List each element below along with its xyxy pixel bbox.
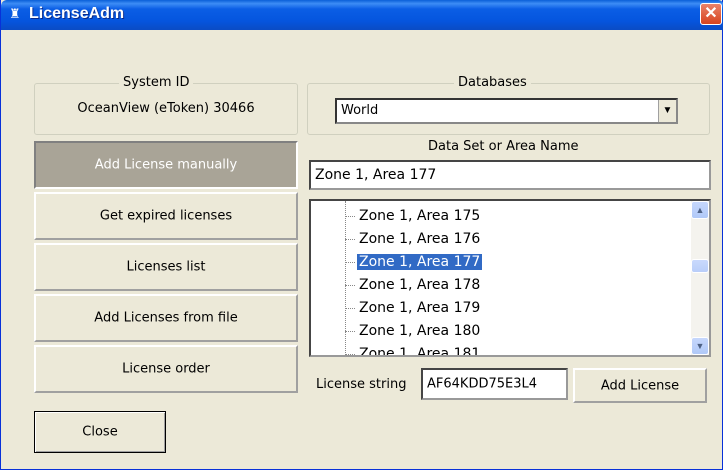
system-id-legend: System ID bbox=[119, 75, 194, 90]
area-tree[interactable]: Zone 1, Area 175 Zone 1, Area 176 Zone 1… bbox=[309, 199, 711, 357]
tree-item[interactable]: Zone 1, Area 175 bbox=[345, 205, 482, 227]
databases-select[interactable]: World ▼ bbox=[335, 98, 678, 124]
tree-item-label: Zone 1, Area 175 bbox=[359, 208, 481, 224]
dataset-input-value: Zone 1, Area 177 bbox=[315, 167, 437, 183]
add-license-label: Add License bbox=[600, 378, 680, 393]
tree-scrollbar[interactable]: ▲ ▼ bbox=[691, 201, 709, 355]
licenses-list-button[interactable]: Licenses list bbox=[34, 243, 298, 291]
license-order-button[interactable]: License order bbox=[34, 345, 298, 393]
add-license-button[interactable]: Add License bbox=[573, 368, 707, 403]
dataset-label: Data Set or Area Name bbox=[428, 139, 579, 154]
title-bar[interactable]: ♜ LicenseAdm ✕ bbox=[1, 0, 723, 30]
system-id-value: OceanView (eToken) 30466 bbox=[77, 101, 255, 116]
close-window-button[interactable]: ✕ bbox=[700, 3, 722, 25]
scroll-thumb[interactable] bbox=[691, 259, 709, 273]
add-licenses-from-file-button[interactable]: Add Licenses from file bbox=[34, 294, 298, 342]
tree-item[interactable]: Zone 1, Area 180 bbox=[345, 320, 482, 342]
tree-item[interactable]: Zone 1, Area 178 bbox=[345, 274, 482, 296]
get-expired-licenses-button[interactable]: Get expired licenses bbox=[34, 192, 298, 240]
tree-item-label: Zone 1, Area 176 bbox=[359, 231, 481, 247]
add-licenses-from-file-label: Add Licenses from file bbox=[94, 310, 238, 326]
system-id-group: System ID OceanView (eToken) 30466 bbox=[34, 75, 298, 135]
license-string-label: License string bbox=[316, 377, 407, 392]
window-title: LicenseAdm bbox=[29, 5, 125, 22]
scroll-down-icon[interactable]: ▼ bbox=[691, 337, 709, 355]
license-adm-window: ♜ LicenseAdm ✕ System ID OceanView (eTok… bbox=[0, 0, 723, 470]
close-button[interactable]: Close bbox=[34, 411, 166, 453]
tree-item-label: Zone 1, Area 181 bbox=[359, 346, 481, 357]
tree-item[interactable]: Zone 1, Area 181 bbox=[345, 343, 482, 357]
tree-item-label: Zone 1, Area 180 bbox=[359, 323, 481, 339]
close-button-label: Close bbox=[82, 424, 118, 440]
add-license-manually-label: Add License manually bbox=[94, 157, 238, 173]
databases-selected-value: World bbox=[341, 103, 379, 118]
license-string-value: AF64KDD75E3L4 bbox=[427, 376, 537, 392]
scroll-up-icon[interactable]: ▲ bbox=[691, 201, 709, 219]
tree-item[interactable]: Zone 1, Area 179 bbox=[345, 297, 482, 319]
licenses-list-label: Licenses list bbox=[126, 259, 206, 275]
tree-item[interactable]: Zone 1, Area 176 bbox=[345, 228, 482, 250]
app-icon: ♜ bbox=[9, 6, 21, 21]
chevron-down-icon[interactable]: ▼ bbox=[658, 100, 676, 122]
get-expired-licenses-label: Get expired licenses bbox=[99, 208, 233, 224]
license-order-label: License order bbox=[122, 361, 210, 377]
tree-item-label: Zone 1, Area 179 bbox=[359, 300, 481, 316]
license-string-input[interactable]: AF64KDD75E3L4 bbox=[421, 368, 568, 400]
dataset-input[interactable]: Zone 1, Area 177 bbox=[309, 160, 711, 190]
tree-item-label: Zone 1, Area 177 bbox=[355, 253, 484, 271]
databases-legend: Databases bbox=[454, 75, 531, 90]
tree-item-label: Zone 1, Area 178 bbox=[359, 277, 481, 293]
add-license-manually-button[interactable]: Add License manually bbox=[34, 141, 298, 189]
close-icon: ✕ bbox=[704, 5, 718, 22]
tree-item-selected[interactable]: Zone 1, Area 177 bbox=[345, 251, 484, 273]
